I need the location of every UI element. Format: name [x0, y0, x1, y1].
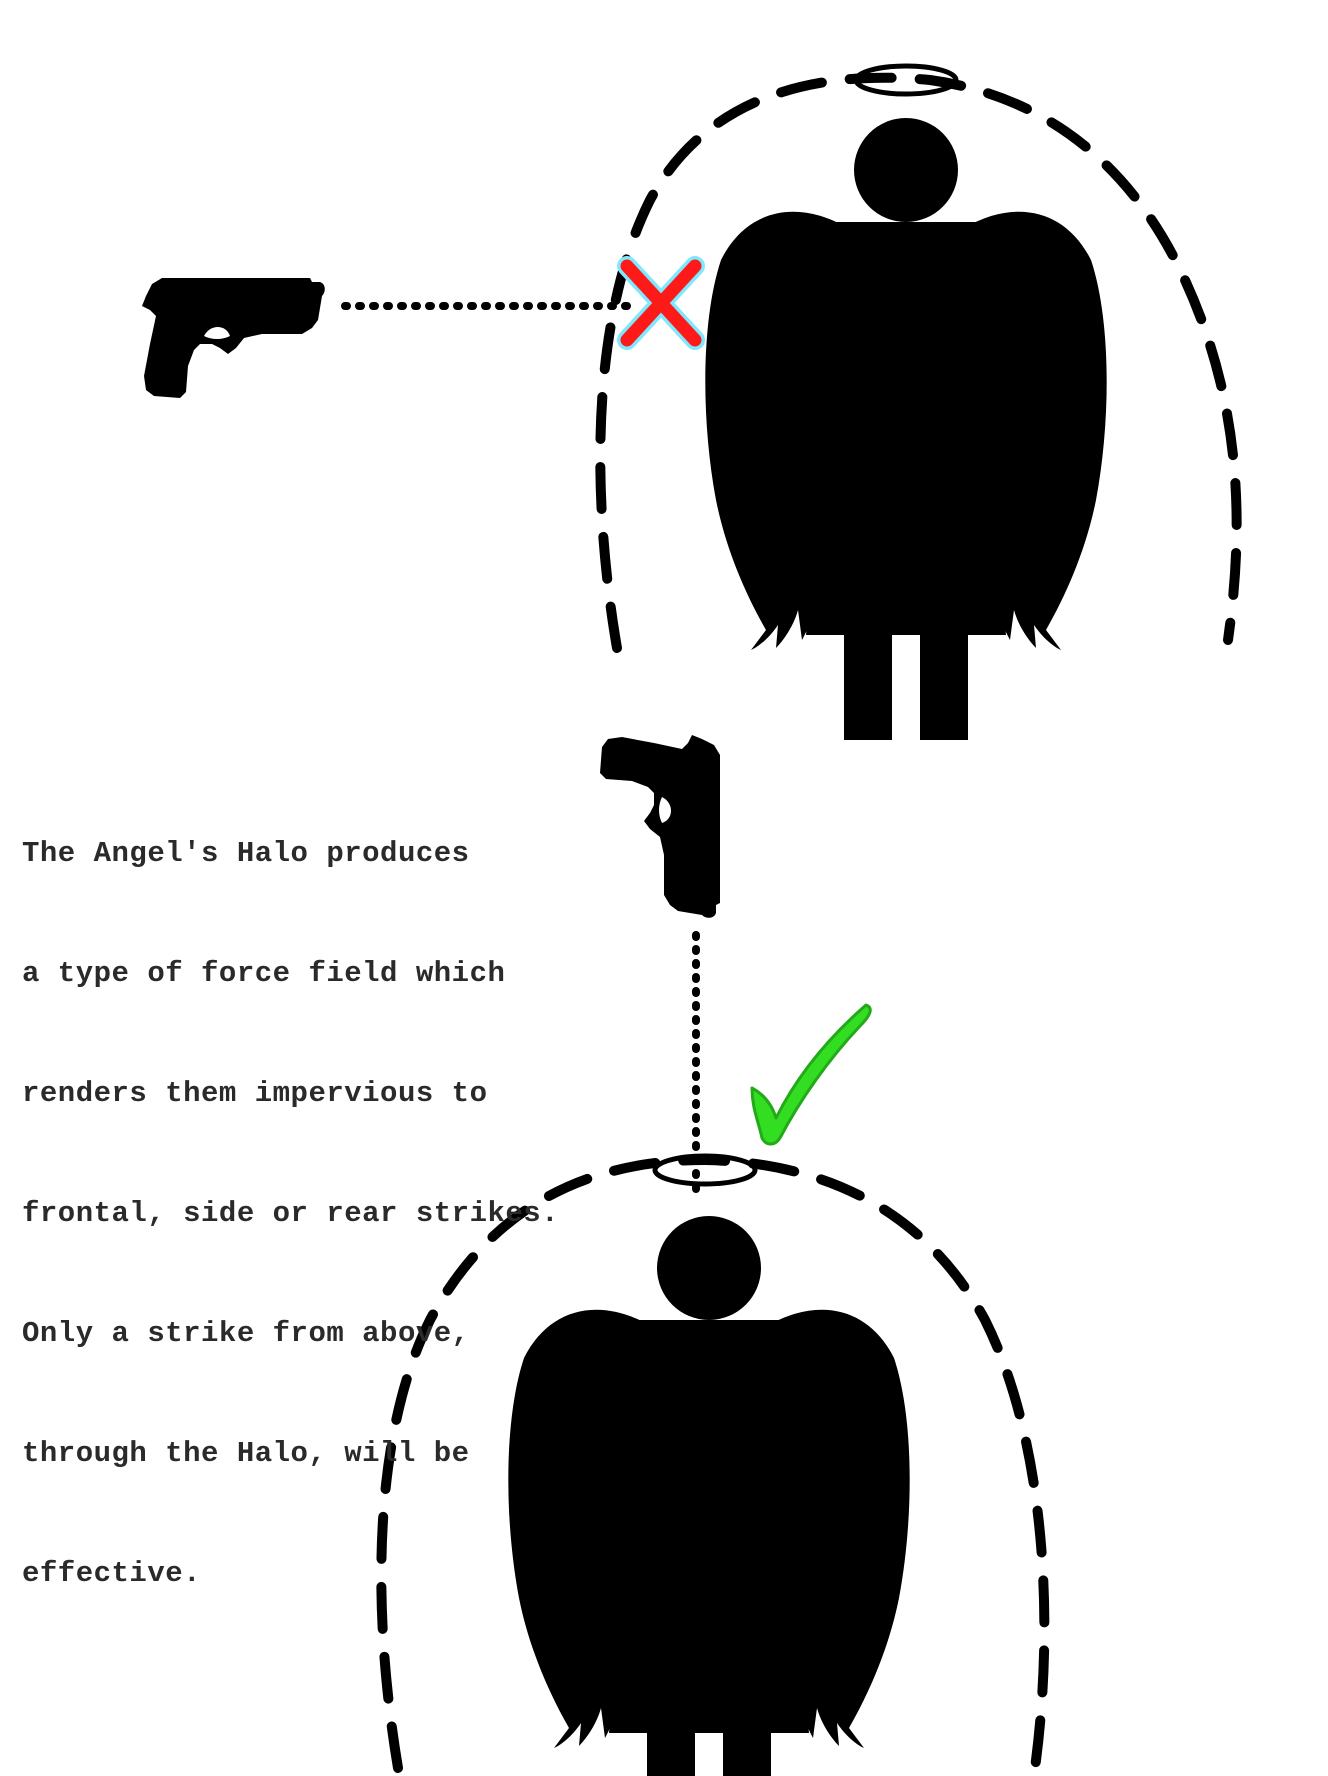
checkmark-icon	[750, 1003, 872, 1146]
explanation-text: The Angel's Halo produces a type of forc…	[22, 754, 682, 1634]
explanation-line: renders them impervious to	[22, 1077, 488, 1110]
angel-icon	[705, 118, 1107, 740]
explanation-line: effective.	[22, 1557, 202, 1590]
pistol-icon	[142, 278, 325, 398]
top-scene	[142, 63, 1242, 740]
cross-icon	[617, 256, 705, 350]
explanation-line: frontal, side or rear strikes.	[22, 1197, 560, 1230]
explanation-line: through the Halo, will be	[22, 1437, 470, 1470]
explanation-line: a type of force field which	[22, 957, 506, 990]
explanation-line: Only a strike from above,	[22, 1317, 470, 1350]
explanation-line: The Angel's Halo produces	[22, 837, 470, 870]
